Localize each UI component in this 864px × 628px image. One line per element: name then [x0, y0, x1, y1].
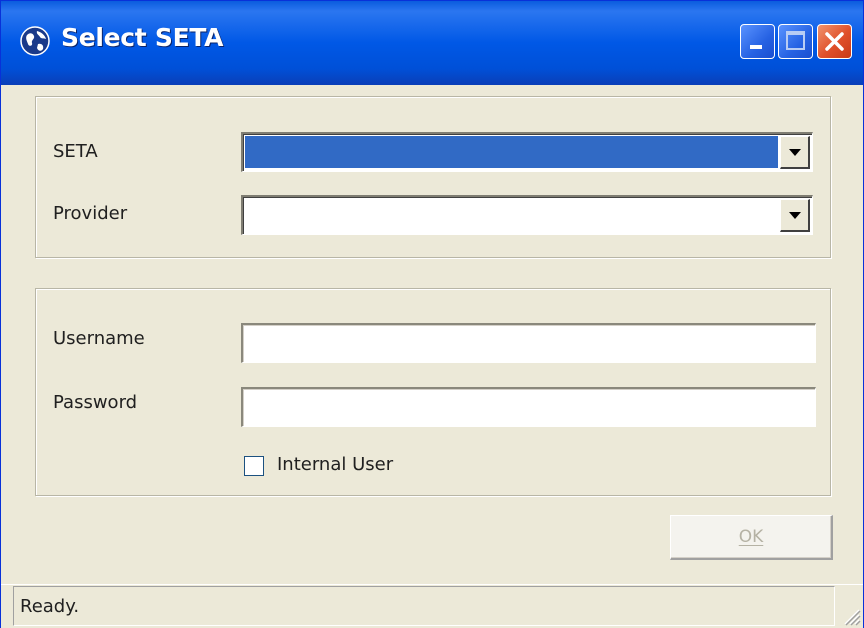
- resize-grip-icon[interactable]: [839, 604, 861, 626]
- seta-selected-value: [245, 136, 778, 168]
- internal-user-checkbox[interactable]: [244, 456, 264, 476]
- chevron-down-icon: [789, 149, 801, 156]
- password-input[interactable]: [241, 387, 816, 427]
- ok-button[interactable]: OK: [670, 515, 833, 560]
- username-label: Username: [53, 328, 145, 349]
- provider-dropdown[interactable]: [241, 195, 813, 235]
- provider-dropdown-button[interactable]: [780, 199, 810, 232]
- seta-label: SETA: [53, 141, 98, 162]
- minimize-icon: [750, 45, 762, 49]
- provider-selected-value: [245, 199, 778, 231]
- username-input[interactable]: [241, 323, 816, 363]
- seta-dropdown-button[interactable]: [780, 136, 810, 169]
- close-icon: [825, 32, 844, 51]
- status-text: Ready.: [20, 596, 80, 617]
- title-bar[interactable]: Select SETA: [1, 1, 863, 85]
- chevron-down-icon: [789, 212, 801, 219]
- status-panel: [13, 586, 835, 626]
- minimize-button[interactable]: [740, 24, 775, 59]
- window-title: Select SETA: [61, 23, 224, 52]
- maximize-button[interactable]: [778, 24, 813, 59]
- globe-icon: [20, 26, 50, 56]
- password-label: Password: [53, 392, 138, 413]
- internal-user-label[interactable]: Internal User: [277, 454, 393, 475]
- seta-dropdown[interactable]: [241, 132, 813, 172]
- maximize-icon: [786, 31, 805, 50]
- provider-label: Provider: [53, 203, 128, 224]
- select-seta-window: Select SETA SETA Provider Username Passw…: [0, 0, 864, 628]
- close-button[interactable]: [817, 24, 852, 59]
- status-bar: [1, 584, 863, 628]
- ok-button-label: OK: [738, 527, 764, 547]
